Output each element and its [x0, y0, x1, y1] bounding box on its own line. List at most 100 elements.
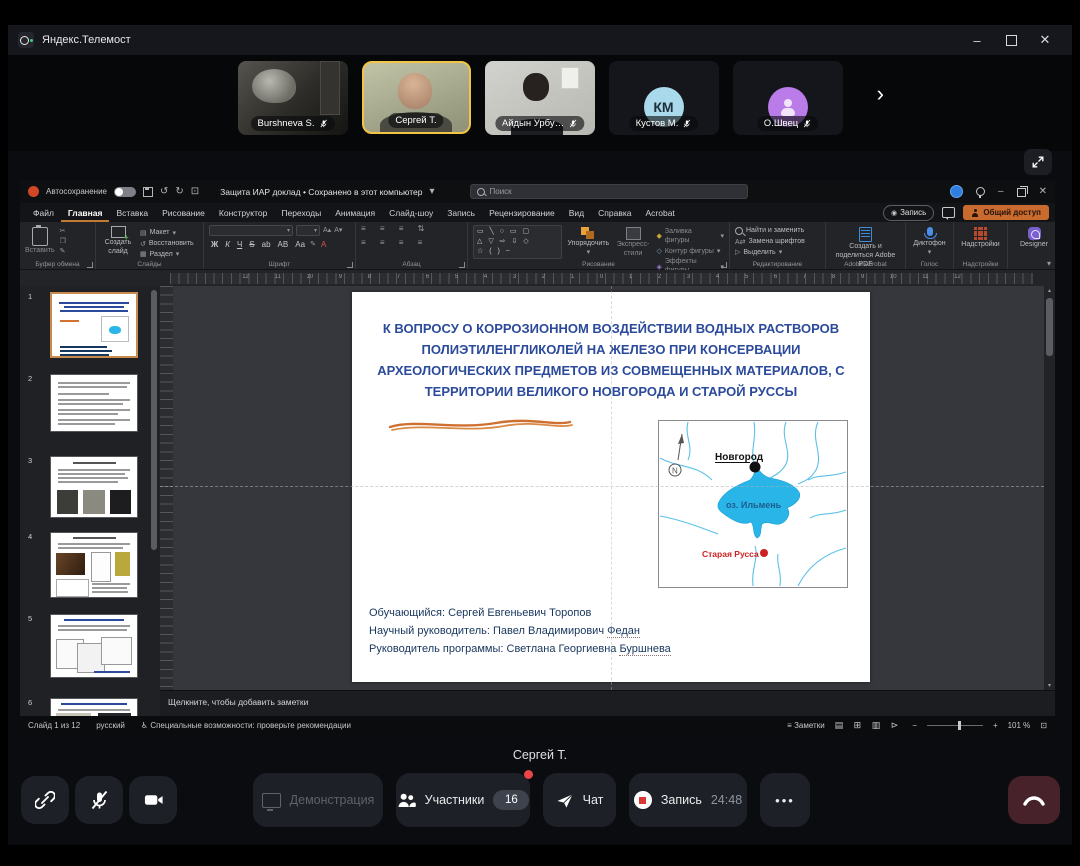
tab-animations[interactable]: Анимация: [328, 203, 382, 222]
reset-button[interactable]: ↺Восстановить: [140, 240, 194, 249]
arrange-button[interactable]: Упорядочить ▾: [567, 225, 609, 256]
tab-review[interactable]: Рецензирование: [482, 203, 562, 222]
section-button[interactable]: ▦Раздел▾: [140, 251, 194, 260]
quick-styles-button[interactable]: Экспресс-стили: [615, 225, 652, 259]
slide-thumbnail-3[interactable]: [50, 456, 138, 518]
redo-icon[interactable]: ↻: [175, 187, 183, 197]
notes-toggle-button[interactable]: ≡ Заметки: [787, 721, 825, 730]
dialog-launcher-icon[interactable]: [459, 262, 465, 268]
language-indicator[interactable]: русский: [96, 721, 125, 730]
canvas-scrollbar[interactable]: ▴ ▾ » »: [1044, 286, 1055, 716]
format-painter-icon[interactable]: ✎: [60, 248, 66, 255]
microphone-muted-button[interactable]: [75, 776, 123, 824]
tab-home[interactable]: Главная: [61, 203, 110, 222]
slide-thumbnail-5[interactable]: [50, 614, 138, 678]
designer-button[interactable]: Designer: [1013, 225, 1055, 250]
map-image[interactable]: Новгород оз. Ильмень Старая Русса N: [658, 420, 848, 588]
dictate-button[interactable]: Диктофон ▾: [911, 225, 948, 256]
highlight-pen-icon[interactable]: ✎: [310, 241, 316, 248]
orange-squiggle-shape[interactable]: [386, 414, 576, 436]
dialog-launcher-icon[interactable]: [721, 262, 727, 268]
present-icon[interactable]: ⊡: [191, 187, 199, 197]
tab-transitions[interactable]: Переходы: [274, 203, 328, 222]
ppt-restore-button[interactable]: [1017, 188, 1026, 197]
zoom-slider[interactable]: [927, 725, 983, 726]
doc-title-caret-icon[interactable]: ▾: [429, 187, 434, 197]
underline-button[interactable]: Ч: [235, 240, 244, 249]
slide-thumbnail-6[interactable]: [50, 698, 138, 716]
select-button[interactable]: ▷Выделить▾: [735, 249, 805, 258]
view-buttons[interactable]: ▤ ⊞ ▥ ⊳: [835, 720, 903, 731]
slide-thumbnail-2[interactable]: [50, 374, 138, 432]
share-button[interactable]: Общий доступ: [963, 205, 1049, 220]
screen-share-button-disabled[interactable]: Демонстрация: [253, 773, 383, 827]
panel-scrollbar-thumb[interactable]: [151, 290, 157, 550]
tab-draw[interactable]: Рисование: [155, 203, 212, 222]
tab-file[interactable]: Файл: [26, 203, 61, 222]
cut-icon[interactable]: ✂: [60, 228, 66, 235]
close-button[interactable]: ✕: [1028, 25, 1062, 55]
addins-button[interactable]: Надстройки: [959, 225, 1002, 250]
bold-button[interactable]: Ж: [209, 240, 220, 249]
search-input[interactable]: Поиск: [470, 184, 748, 199]
collapse-ribbon-icon[interactable]: ▾: [1047, 259, 1051, 268]
lightbulb-icon[interactable]: [976, 187, 985, 196]
participant-tile-shvets[interactable]: О.Швец: [733, 61, 843, 135]
scroll-up-icon[interactable]: ▴: [1048, 286, 1051, 296]
layout-button[interactable]: ▤Макет▾: [140, 229, 194, 238]
panel-scrollbar[interactable]: [151, 290, 157, 710]
tab-record[interactable]: Запись: [440, 203, 482, 222]
spacing-button[interactable]: АВ: [276, 240, 291, 249]
new-slide-button[interactable]: Создать слайд: [101, 225, 135, 257]
shape-outline-button[interactable]: ◇Контур фигуры▾: [656, 248, 724, 257]
font-color-button[interactable]: А: [319, 240, 328, 249]
tab-slideshow[interactable]: Слайд-шоу: [382, 203, 440, 222]
comments-icon[interactable]: [942, 207, 955, 218]
participant-tile-burshneva[interactable]: Burshneva S.: [238, 61, 348, 135]
slide-thumbnail-1-selected[interactable]: [50, 292, 138, 358]
accessibility-check[interactable]: ♿ Специальные возможности: проверьте рек…: [141, 721, 351, 730]
strip-next-arrow[interactable]: ›: [877, 83, 884, 105]
slide-canvas[interactable]: К ВОПРОСУ О КОРРОЗИОННОМ ВОЗДЕЙСТВИИ ВОД…: [160, 286, 1044, 690]
paste-button[interactable]: Вставить: [25, 225, 55, 256]
camera-button[interactable]: [129, 776, 177, 824]
tab-acrobat[interactable]: Acrobat: [639, 203, 682, 222]
save-icon[interactable]: [143, 187, 153, 197]
tab-view[interactable]: Вид: [562, 203, 591, 222]
ppt-close-button[interactable]: ✕: [1039, 187, 1047, 197]
participant-tile-aydin[interactable]: Айдын Урбу…: [485, 61, 595, 135]
grow-font-icon[interactable]: A▴: [323, 227, 331, 234]
copy-icon[interactable]: ❐: [60, 238, 66, 245]
italic-button[interactable]: К: [223, 240, 232, 249]
document-title[interactable]: Защита ИАР доклад • Сохранено в этот ком…: [220, 187, 422, 197]
zoom-out-button[interactable]: −: [912, 721, 917, 730]
expand-screen-share-button[interactable]: [1024, 149, 1052, 175]
case-button[interactable]: Аа: [293, 240, 307, 249]
more-options-button[interactable]: •••: [760, 773, 810, 827]
dialog-launcher-icon[interactable]: [87, 262, 93, 268]
invite-link-button[interactable]: [21, 776, 69, 824]
ppt-minimize-button[interactable]: –: [998, 187, 1004, 197]
leave-call-button[interactable]: [1008, 776, 1060, 824]
fit-to-window-icon[interactable]: ⊡: [1040, 721, 1047, 730]
participant-tile-kustov[interactable]: КМ Кустов М.: [609, 61, 719, 135]
chat-button[interactable]: Чат: [543, 773, 616, 827]
tab-help[interactable]: Справка: [591, 203, 638, 222]
strikethrough-button[interactable]: S: [247, 240, 256, 249]
shape-fill-button[interactable]: ◆Заливка фигуры▾: [656, 228, 724, 246]
shapes-gallery[interactable]: ▭ ╲ ○ ▭ ▢ △ ▽ ⇨ ⇩ ◇ ☆ ( ) ~: [473, 225, 562, 259]
font-size-input[interactable]: ▾: [296, 225, 320, 236]
font-name-input[interactable]: ▾: [209, 225, 293, 236]
notes-pane[interactable]: Щелкните, чтобы добавить заметки: [160, 690, 1055, 716]
undo-icon[interactable]: ↺: [160, 187, 168, 197]
dialog-launcher-icon[interactable]: [347, 262, 353, 268]
list-buttons[interactable]: ≡ ≡ ≡ ⇅: [361, 225, 430, 233]
replace-fonts-button[interactable]: А⇄Замена шрифтов: [735, 238, 805, 247]
account-avatar[interactable]: [950, 185, 963, 198]
recording-button[interactable]: Запись 24:48: [629, 773, 747, 827]
record-presentation-button[interactable]: ◉Запись: [883, 205, 934, 221]
zoom-level[interactable]: 101 %: [1008, 721, 1031, 730]
scrollbar-thumb[interactable]: [1046, 298, 1053, 356]
minimize-button[interactable]: –: [960, 25, 994, 55]
tab-design[interactable]: Конструктор: [212, 203, 274, 222]
